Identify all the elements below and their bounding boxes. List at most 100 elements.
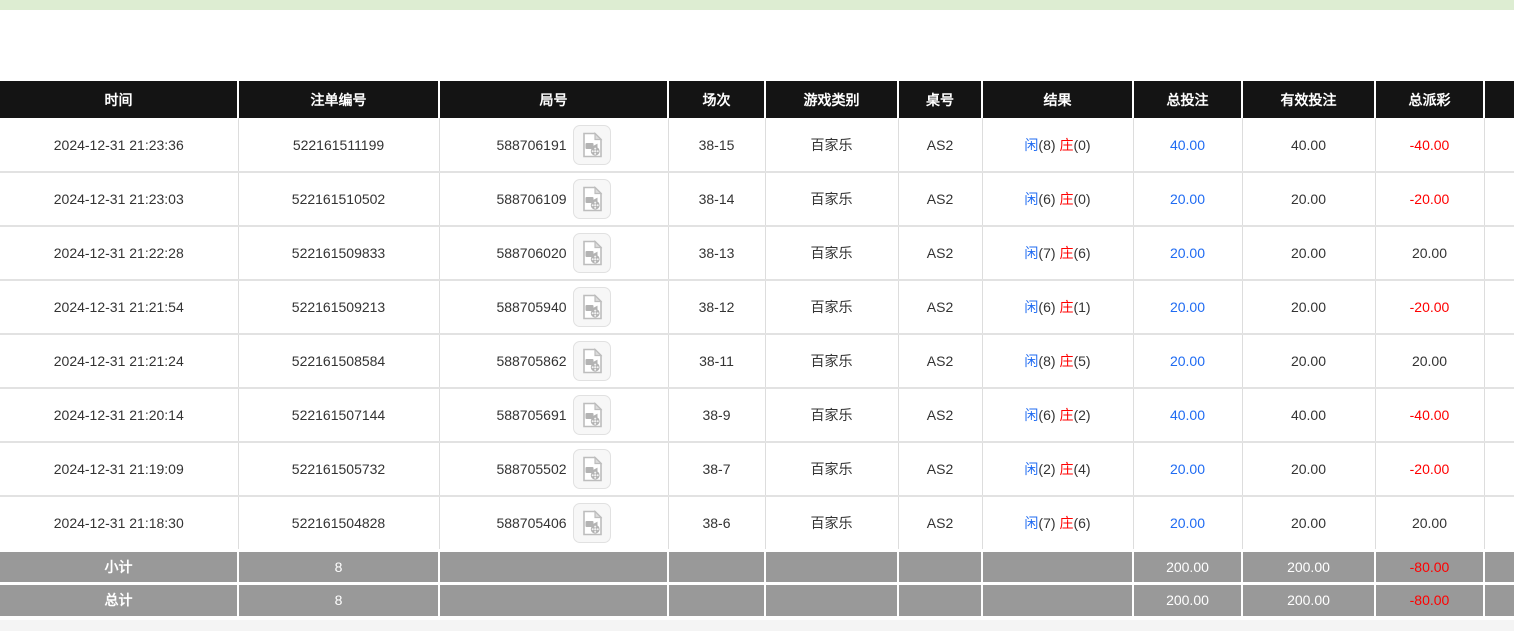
- cell-result: 闲(8) 庄(0): [982, 118, 1133, 172]
- cell-extra: [1484, 280, 1514, 334]
- result-banker-score: (2): [1073, 407, 1090, 423]
- summary-valid-bet: 200.00: [1242, 550, 1375, 583]
- result-banker-score: (4): [1073, 461, 1090, 477]
- cell-table-no: AS2: [898, 442, 982, 496]
- cell-time: 2024-12-31 21:20:14: [0, 388, 238, 442]
- cell-total-bet: 40.00: [1133, 388, 1242, 442]
- cell-round: 588705691: [439, 388, 668, 442]
- summary-total-bet: 200.00: [1133, 550, 1242, 583]
- cell-extra: [1484, 442, 1514, 496]
- cell-session: 38-12: [668, 280, 765, 334]
- cell-time: 2024-12-31 21:23:36: [0, 118, 238, 172]
- cell-bet-id: 522161508584: [238, 334, 439, 388]
- summary-empty-extra: [1484, 550, 1514, 583]
- cell-table-no: AS2: [898, 388, 982, 442]
- table-row: 2024-12-31 21:18:30522161504828588705406…: [0, 496, 1514, 550]
- cell-table-no: AS2: [898, 118, 982, 172]
- cell-round: 588705502: [439, 442, 668, 496]
- header-time: 时间: [0, 81, 238, 118]
- cell-extra: [1484, 496, 1514, 550]
- cell-game-type: 百家乐: [765, 280, 898, 334]
- cell-payout: -20.00: [1375, 280, 1484, 334]
- table-row: 2024-12-31 21:21:54522161509213588705940…: [0, 280, 1514, 334]
- header-payout: 总派彩: [1375, 81, 1484, 118]
- video-file-icon: [580, 186, 604, 212]
- cell-round: 588706191: [439, 118, 668, 172]
- video-replay-button[interactable]: [573, 503, 611, 543]
- cell-valid-bet: 20.00: [1242, 442, 1375, 496]
- top-accent-bar: [0, 0, 1514, 10]
- round-number: 588706191: [496, 137, 566, 153]
- video-replay-button[interactable]: [573, 233, 611, 273]
- cell-payout: 20.00: [1375, 226, 1484, 280]
- table-row: 2024-12-31 21:20:14522161507144588705691…: [0, 388, 1514, 442]
- video-replay-button[interactable]: [573, 287, 611, 327]
- cell-session: 38-7: [668, 442, 765, 496]
- summary-row: 小计8200.00200.00-80.00: [0, 550, 1514, 583]
- summary-empty-result: [982, 550, 1133, 583]
- result-player-label: 闲: [1024, 191, 1038, 207]
- cell-bet-id: 522161510502: [238, 172, 439, 226]
- cell-session: 38-15: [668, 118, 765, 172]
- cell-game-type: 百家乐: [765, 388, 898, 442]
- video-replay-button[interactable]: [573, 449, 611, 489]
- video-replay-button[interactable]: [573, 125, 611, 165]
- result-player-score: (6): [1038, 191, 1055, 207]
- cell-bet-id: 522161507144: [238, 388, 439, 442]
- result-player-label: 闲: [1024, 353, 1038, 369]
- cell-total-bet: 20.00: [1133, 280, 1242, 334]
- cell-payout: -40.00: [1375, 388, 1484, 442]
- summary-empty-extra: [1484, 583, 1514, 616]
- result-player-label: 闲: [1024, 137, 1038, 153]
- bottom-strip: [0, 620, 1514, 631]
- result-player-score: (7): [1038, 515, 1055, 531]
- video-replay-button[interactable]: [573, 179, 611, 219]
- header-extra: [1484, 81, 1514, 118]
- cell-valid-bet: 20.00: [1242, 226, 1375, 280]
- video-file-icon: [580, 456, 604, 482]
- header-round: 局号: [439, 81, 668, 118]
- video-replay-button[interactable]: [573, 341, 611, 381]
- cell-valid-bet: 20.00: [1242, 172, 1375, 226]
- cell-round: 588705406: [439, 496, 668, 550]
- cell-game-type: 百家乐: [765, 442, 898, 496]
- cell-result: 闲(6) 庄(2): [982, 388, 1133, 442]
- cell-total-bet: 20.00: [1133, 226, 1242, 280]
- round-number: 588705406: [496, 515, 566, 531]
- summary-empty-round: [439, 583, 668, 616]
- cell-table-no: AS2: [898, 226, 982, 280]
- table-footer: 小计8200.00200.00-80.00总计8200.00200.00-80.…: [0, 550, 1514, 616]
- cell-time: 2024-12-31 21:23:03: [0, 172, 238, 226]
- cell-table-no: AS2: [898, 280, 982, 334]
- cell-valid-bet: 20.00: [1242, 334, 1375, 388]
- cell-session: 38-13: [668, 226, 765, 280]
- header-result: 结果: [982, 81, 1133, 118]
- result-player-score: (8): [1038, 137, 1055, 153]
- table-header: 时间注单编号局号场次游戏类别桌号结果总投注有效投注总派彩: [0, 81, 1514, 118]
- cell-total-bet: 20.00: [1133, 172, 1242, 226]
- table-body: 2024-12-31 21:23:36522161511199588706191…: [0, 118, 1514, 550]
- cell-payout: -40.00: [1375, 118, 1484, 172]
- result-banker-label: 庄: [1059, 515, 1073, 531]
- cell-round: 588705940: [439, 280, 668, 334]
- cell-time: 2024-12-31 21:19:09: [0, 442, 238, 496]
- cell-round: 588706020: [439, 226, 668, 280]
- result-banker-label: 庄: [1059, 245, 1073, 261]
- cell-session: 38-14: [668, 172, 765, 226]
- round-number: 588705862: [496, 353, 566, 369]
- table-row: 2024-12-31 21:21:24522161508584588705862…: [0, 334, 1514, 388]
- table-row: 2024-12-31 21:22:28522161509833588706020…: [0, 226, 1514, 280]
- cell-valid-bet: 20.00: [1242, 496, 1375, 550]
- cell-bet-id: 522161504828: [238, 496, 439, 550]
- cell-result: 闲(8) 庄(5): [982, 334, 1133, 388]
- result-player-label: 闲: [1024, 299, 1038, 315]
- video-file-icon: [580, 348, 604, 374]
- cell-total-bet: 20.00: [1133, 496, 1242, 550]
- cell-valid-bet: 20.00: [1242, 280, 1375, 334]
- result-banker-label: 庄: [1059, 191, 1073, 207]
- cell-game-type: 百家乐: [765, 334, 898, 388]
- summary-total-bet: 200.00: [1133, 583, 1242, 616]
- result-banker-score: (1): [1073, 299, 1090, 315]
- summary-empty-game: [765, 550, 898, 583]
- video-replay-button[interactable]: [573, 395, 611, 435]
